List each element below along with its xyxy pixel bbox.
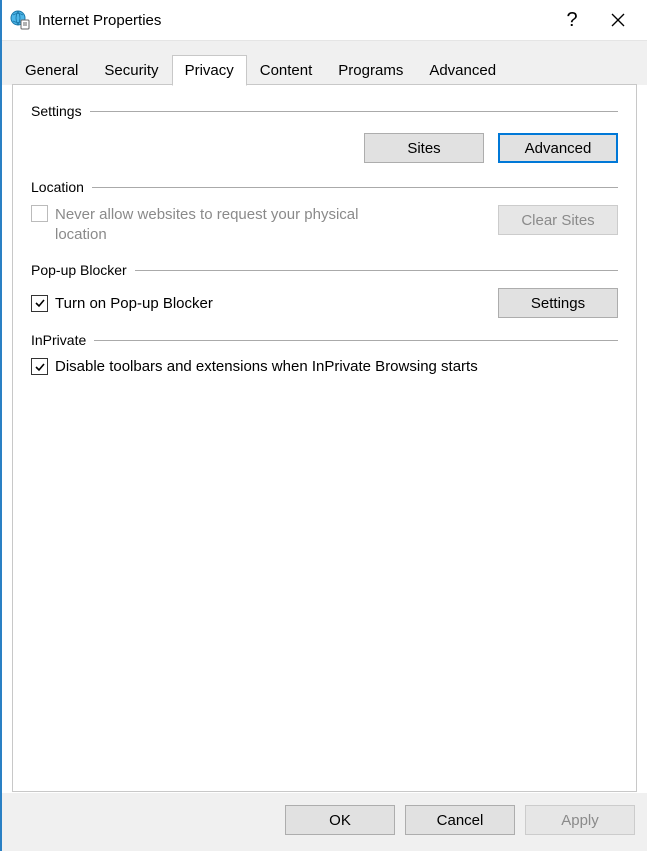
advanced-button[interactable]: Advanced	[498, 133, 618, 163]
inprivate-disable-toolbars-checkbox[interactable]	[31, 358, 48, 375]
divider	[90, 111, 618, 112]
inprivate-disable-toolbars-label: Disable toolbars and extensions when InP…	[55, 358, 478, 375]
check-icon	[34, 361, 46, 373]
popup-label: Pop-up Blocker	[31, 262, 127, 278]
popup-row: Turn on Pop-up Blocker Settings	[31, 288, 618, 318]
dialog-footer: OK Cancel Apply	[2, 793, 647, 851]
popup-section-header: Pop-up Blocker	[31, 262, 618, 278]
settings-buttons: Sites Advanced	[31, 133, 618, 163]
tab-security[interactable]: Security	[91, 55, 171, 85]
location-row: Never allow websites to request your phy…	[31, 205, 618, 244]
location-checkbox-row: Never allow websites to request your phy…	[31, 205, 391, 244]
window-title: Internet Properties	[38, 12, 549, 29]
settings-label: Settings	[31, 103, 82, 119]
internet-options-icon	[10, 10, 30, 30]
popup-settings-button[interactable]: Settings	[498, 288, 618, 318]
internet-properties-dialog: Internet Properties ? General Security P…	[0, 0, 647, 851]
never-allow-location-label: Never allow websites to request your phy…	[55, 205, 391, 244]
inprivate-checkbox-row[interactable]: Disable toolbars and extensions when InP…	[31, 358, 618, 375]
popup-checkbox-row[interactable]: Turn on Pop-up Blocker	[31, 295, 213, 312]
tab-advanced[interactable]: Advanced	[416, 55, 509, 85]
tab-programs[interactable]: Programs	[325, 55, 416, 85]
popup-blocker-checkbox[interactable]	[31, 295, 48, 312]
tab-general[interactable]: General	[12, 55, 91, 85]
inprivate-label: InPrivate	[31, 332, 86, 348]
cancel-button[interactable]: Cancel	[405, 805, 515, 835]
apply-button: Apply	[525, 805, 635, 835]
tabs: General Security Privacy Content Program…	[12, 55, 637, 85]
location-section-header: Location	[31, 179, 618, 195]
never-allow-location-checkbox	[31, 205, 48, 222]
inprivate-section-header: InPrivate	[31, 332, 618, 348]
location-label: Location	[31, 179, 84, 195]
tab-privacy[interactable]: Privacy	[172, 55, 247, 86]
clear-sites-button: Clear Sites	[498, 205, 618, 235]
titlebar: Internet Properties ?	[2, 0, 647, 40]
close-icon	[611, 13, 625, 27]
tab-content[interactable]: Content	[247, 55, 326, 85]
tabs-container: General Security Privacy Content Program…	[2, 40, 647, 85]
settings-section-header: Settings	[31, 103, 618, 119]
divider	[94, 340, 618, 341]
close-button[interactable]	[595, 4, 641, 36]
ok-button[interactable]: OK	[285, 805, 395, 835]
sites-button[interactable]: Sites	[364, 133, 484, 163]
divider	[135, 270, 618, 271]
privacy-panel: Settings Sites Advanced Location Never a…	[12, 84, 637, 792]
popup-blocker-label: Turn on Pop-up Blocker	[55, 295, 213, 312]
check-icon	[34, 297, 46, 309]
divider	[92, 187, 618, 188]
help-button[interactable]: ?	[549, 4, 595, 36]
